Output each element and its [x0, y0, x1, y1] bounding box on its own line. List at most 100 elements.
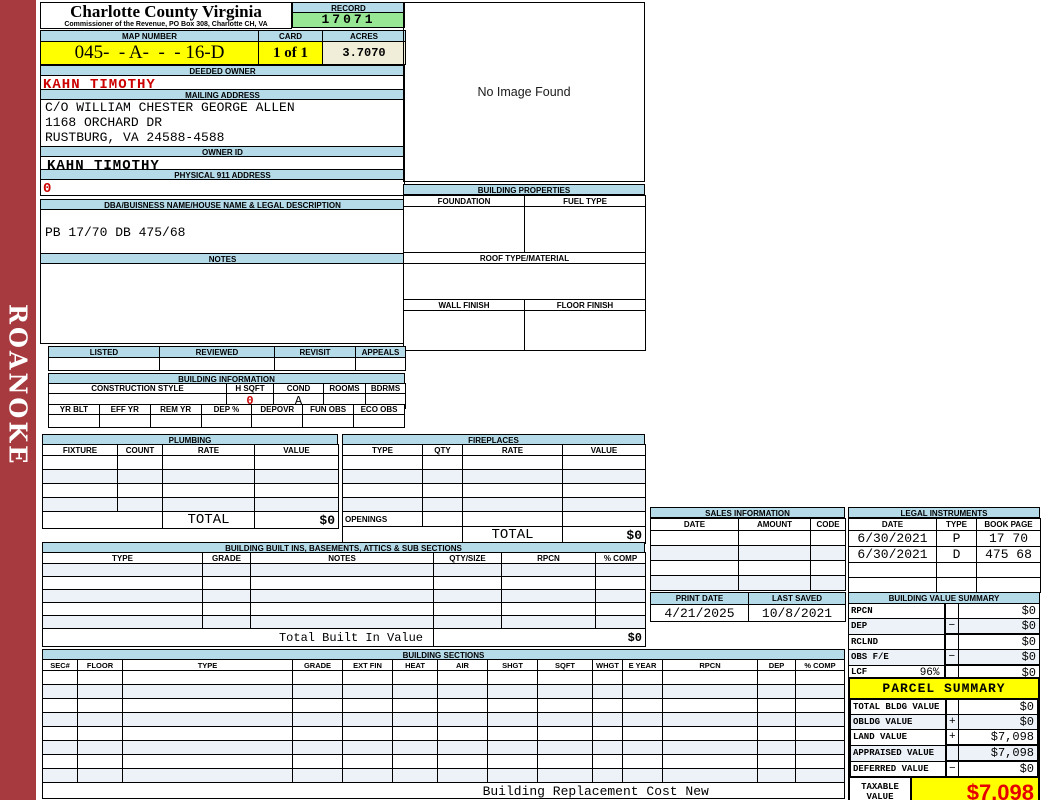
- table-cell: [622, 670, 663, 685]
- roof-type-value: [403, 263, 646, 300]
- table-cell: [662, 754, 758, 769]
- table-cell: [77, 768, 123, 783]
- county-side-band: ROANOKE: [0, 0, 36, 800]
- table-cell: [250, 602, 434, 616]
- card-header: CARD: [258, 30, 323, 42]
- table-row: [403, 206, 646, 253]
- table-cell: [738, 545, 811, 561]
- built-ins-table: TYPE GRADE NOTES QTY/SIZE RPCN% COMP Total B…: [42, 552, 646, 647]
- foundation-header: FOUNDATION: [403, 195, 525, 207]
- county-title: Charlotte County Virginia: [70, 2, 262, 21]
- column-header: RPCN: [662, 659, 758, 671]
- table-cell: [562, 483, 646, 498]
- table-cell: [42, 684, 78, 699]
- summary-label: APPRAISED VALUE: [850, 744, 946, 762]
- table-cell: [487, 670, 538, 685]
- summary-operator: [943, 603, 959, 619]
- summary-row: OBLDG VALUE + $0: [850, 714, 1038, 730]
- table-cell: [738, 575, 811, 591]
- table-cell: [437, 740, 488, 755]
- table-row: [403, 263, 646, 300]
- table-cell: [342, 684, 393, 699]
- summary-row: LAND VALUE + $7,098: [850, 729, 1038, 746]
- table-cell: [595, 602, 646, 616]
- table-cell: [202, 602, 251, 616]
- column-header: FLOOR: [77, 659, 123, 671]
- column-header: AMOUNT: [738, 518, 811, 531]
- column-header: REM YR: [149, 404, 202, 415]
- summary-row: RPCN $0: [848, 603, 1040, 619]
- table-cell: [122, 740, 293, 755]
- plumbing-total-row: TOTAL $0: [42, 511, 339, 529]
- table-row: ROOF TYPE/MATERIAL: [403, 252, 646, 264]
- table-row: [848, 577, 1041, 593]
- summary-value: $0: [958, 699, 1038, 715]
- summary-label: OBLDG VALUE: [850, 714, 946, 730]
- table-cell: [42, 563, 203, 577]
- table-cell: [254, 483, 339, 498]
- table-cell: [537, 698, 593, 713]
- table-row: CONSTRUCTION STYLE H SQFT COND ROOMS BDRMS: [48, 383, 406, 394]
- summary-operator: −: [944, 760, 959, 777]
- table-cell: [292, 740, 343, 755]
- table-cell: [254, 469, 339, 484]
- dep-pct-value: [200, 414, 253, 428]
- table-cell: [757, 768, 796, 783]
- column-header: YR BLT: [48, 404, 100, 415]
- table-cell: [810, 575, 846, 591]
- table-cell: [795, 726, 845, 741]
- physical-911-value: 0: [40, 179, 405, 196]
- last-saved-value: 10/8/2021: [748, 604, 846, 622]
- table-cell: [292, 698, 343, 713]
- table-cell: [422, 455, 463, 470]
- table-cell: [795, 768, 845, 783]
- table-cell: [487, 698, 538, 713]
- table-cell: [562, 469, 646, 484]
- print-date-value: 4/21/2025: [650, 604, 749, 622]
- table-cell: [757, 740, 796, 755]
- table-cell: [537, 684, 593, 699]
- column-header: GRADE: [202, 552, 251, 564]
- table-cell: [662, 726, 758, 741]
- plumbing-total-label: TOTAL: [162, 511, 255, 529]
- table-cell: [501, 563, 596, 577]
- table-cell: [342, 726, 393, 741]
- table-row: [42, 615, 646, 629]
- roof-type-header: ROOF TYPE/MATERIAL: [403, 252, 646, 264]
- building-properties-table: FOUNDATION FUEL TYPE ROOF TYPE/MATERIAL …: [403, 195, 646, 351]
- table-cell: [162, 469, 255, 484]
- table-cell: [592, 740, 623, 755]
- table-cell: [292, 712, 343, 727]
- table-cell: [936, 577, 977, 593]
- table-cell: [795, 740, 845, 755]
- table-cell: 6/30/2021: [848, 530, 937, 547]
- map-card-acres-table: MAP NUMBER CARD ACRES 045- - A- - - 16-D…: [40, 30, 406, 65]
- table-cell: [757, 698, 796, 713]
- building-sections-table: SEC# FLOOR TYPE GRADE EXT FIN HEAT AIR SHGT SQFT…: [42, 659, 845, 799]
- review-table: LISTED REVIEWED REVISIT APPEALS: [48, 346, 406, 371]
- summary-operator: [943, 633, 959, 650]
- depovr-value: [251, 414, 304, 428]
- table-row: [650, 545, 846, 561]
- table-cell: [757, 670, 796, 685]
- column-header: ECO OBS: [353, 404, 405, 415]
- table-row: MAP NUMBER CARD ACRES: [40, 30, 406, 42]
- table-cell: [501, 615, 596, 629]
- table-row: [848, 562, 1041, 578]
- no-image-text: No Image Found: [477, 85, 571, 99]
- column-header: SQFT: [537, 659, 593, 671]
- table-cell: [595, 576, 646, 590]
- openings-qty: [422, 511, 463, 527]
- column-header: COND: [273, 383, 324, 394]
- summary-value: $7,098: [958, 744, 1038, 762]
- acres-header: ACRES: [322, 30, 406, 42]
- table-row: [42, 483, 339, 498]
- table-cell: [392, 726, 438, 741]
- parcel-summary-header: PARCEL SUMMARY: [850, 679, 1038, 699]
- table-cell: [592, 684, 623, 699]
- built-ins-total-value: $0: [433, 628, 646, 647]
- table-cell: [537, 712, 593, 727]
- column-header: RATE: [162, 444, 255, 456]
- table-cell: [342, 455, 423, 470]
- table-cell: [433, 615, 502, 629]
